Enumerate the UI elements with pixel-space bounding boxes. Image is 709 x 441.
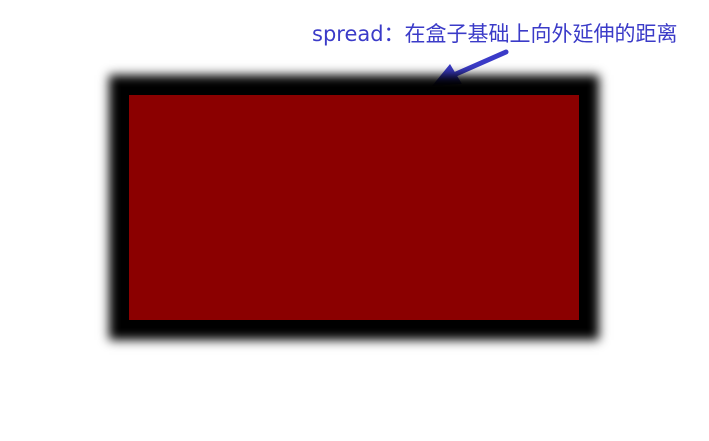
spread-demo-box <box>129 95 579 320</box>
arrow-icon <box>432 49 509 86</box>
arrow-shaft <box>453 49 509 77</box>
